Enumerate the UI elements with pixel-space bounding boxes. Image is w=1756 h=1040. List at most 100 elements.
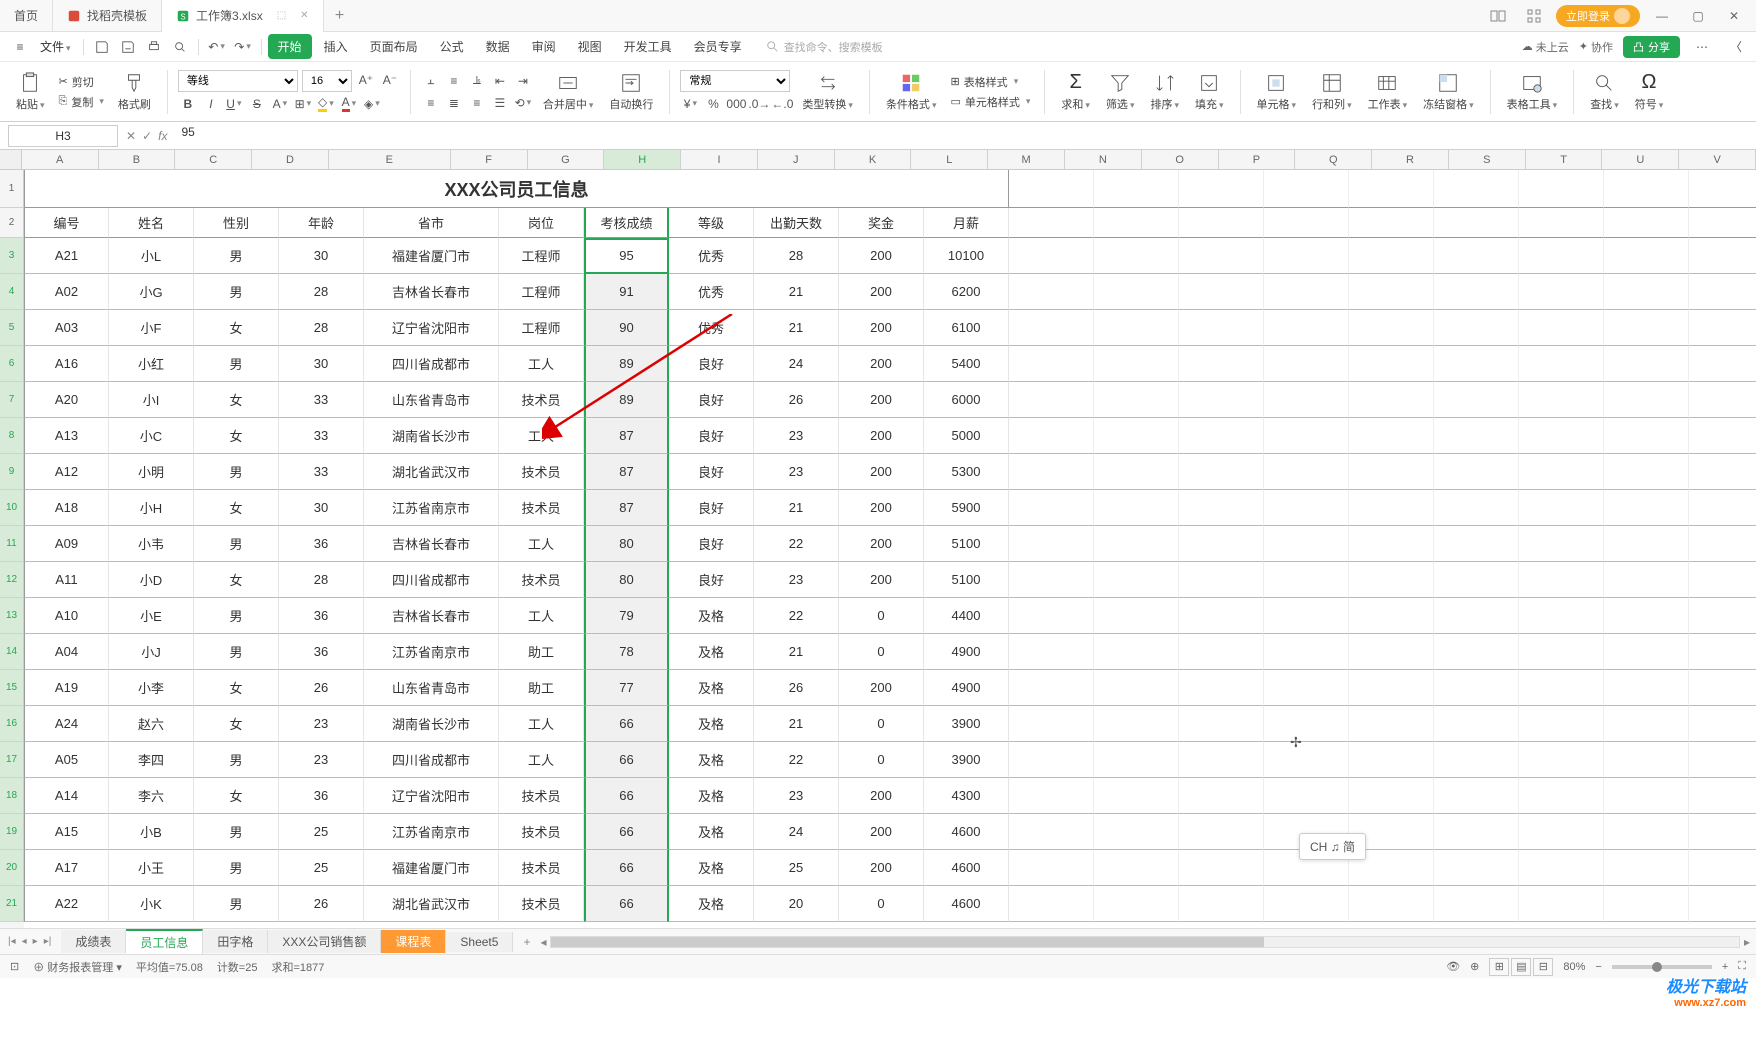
orientation-icon[interactable]: ⟲ [513, 93, 533, 113]
col-header-G[interactable]: G [528, 150, 605, 169]
cell-B10[interactable]: 小H [109, 490, 194, 526]
cell-P8[interactable] [1349, 418, 1434, 454]
cell-K8[interactable]: 5000 [924, 418, 1009, 454]
cells-area[interactable]: XXX公司员工信息编号姓名性别年龄省市岗位考核成绩等级出勤天数奖金月薪A21小L… [24, 170, 1756, 928]
row-header-11[interactable]: 11 [0, 526, 24, 562]
cell-H6[interactable]: 良好 [669, 346, 754, 382]
cell-S4[interactable] [1604, 274, 1689, 310]
cell-G21[interactable]: 66 [584, 886, 669, 922]
cell-R7[interactable] [1519, 382, 1604, 418]
align-middle-icon[interactable]: ≡ [444, 71, 464, 91]
cell-H8[interactable]: 良好 [669, 418, 754, 454]
row-header-20[interactable]: 20 [0, 850, 24, 886]
cell-O12[interactable] [1264, 562, 1349, 598]
formula-input[interactable]: 95 [175, 125, 1748, 147]
cell-E14[interactable]: 江苏省南京市 [364, 634, 499, 670]
cell-O21[interactable] [1264, 886, 1349, 922]
cell-J20[interactable]: 200 [839, 850, 924, 886]
cell-D4[interactable]: 28 [279, 274, 364, 310]
increase-font-icon[interactable]: A⁺ [356, 70, 376, 90]
cell-A11[interactable]: A09 [24, 526, 109, 562]
cell-K20[interactable]: 4600 [924, 850, 1009, 886]
cell-T19[interactable] [1689, 814, 1756, 850]
ribbon-tab-data[interactable]: 数据 [476, 34, 520, 59]
col-header-L[interactable]: L [911, 150, 988, 169]
cell-K15[interactable]: 4900 [924, 670, 1009, 706]
cell-D17[interactable]: 23 [279, 742, 364, 778]
view-break-icon[interactable]: ⊟ [1533, 958, 1553, 976]
cell-E3[interactable]: 福建省厦门市 [364, 238, 499, 274]
cell-E6[interactable]: 四川省成都市 [364, 346, 499, 382]
cell-F6[interactable]: 工人 [499, 346, 584, 382]
cell-B5[interactable]: 小F [109, 310, 194, 346]
cell-E10[interactable]: 江苏省南京市 [364, 490, 499, 526]
cell-O6[interactable] [1264, 346, 1349, 382]
tab-add-button[interactable]: + [324, 7, 356, 25]
cell-A16[interactable]: A24 [24, 706, 109, 742]
cell-H18[interactable]: 及格 [669, 778, 754, 814]
cell-L21[interactable] [1009, 886, 1094, 922]
cell-L20[interactable] [1009, 850, 1094, 886]
row-header-14[interactable]: 14 [0, 634, 24, 670]
cell-L15[interactable] [1009, 670, 1094, 706]
freeze-button[interactable]: 冻结窗格 [1417, 70, 1480, 114]
cell-P12[interactable] [1349, 562, 1434, 598]
cell-E18[interactable]: 辽宁省沈阳市 [364, 778, 499, 814]
cell-C6[interactable]: 男 [194, 346, 279, 382]
table-style-button[interactable]: ⊞ 表格样式 [946, 73, 1034, 91]
cell-P3[interactable] [1349, 238, 1434, 274]
cell-L13[interactable] [1009, 598, 1094, 634]
cell-M21[interactable] [1094, 886, 1179, 922]
cell-T17[interactable] [1689, 742, 1756, 778]
cell-S6[interactable] [1604, 346, 1689, 382]
print-preview-icon[interactable] [168, 35, 192, 59]
cell-Q6[interactable] [1434, 346, 1519, 382]
cell-R6[interactable] [1519, 346, 1604, 382]
cell-I17[interactable]: 22 [754, 742, 839, 778]
font-color-button[interactable]: A [339, 94, 359, 114]
cell-M6[interactable] [1094, 346, 1179, 382]
row-header-19[interactable]: 19 [0, 814, 24, 850]
name-box[interactable]: H3 [8, 125, 118, 147]
ribbon-tab-review[interactable]: 审阅 [522, 34, 566, 59]
cell-L11[interactable] [1009, 526, 1094, 562]
cell-T6[interactable] [1689, 346, 1756, 382]
cell-K6[interactable]: 5400 [924, 346, 1009, 382]
file-menu[interactable]: 文件 [34, 38, 77, 55]
fx-icon[interactable]: fx [158, 129, 167, 143]
zoom-level[interactable]: 80% [1563, 961, 1585, 973]
cell-H7[interactable]: 良好 [669, 382, 754, 418]
cell-G4[interactable]: 91 [584, 274, 669, 310]
cell-S10[interactable] [1604, 490, 1689, 526]
row-header-7[interactable]: 7 [0, 382, 24, 418]
cell-B7[interactable]: 小I [109, 382, 194, 418]
cell-N6[interactable] [1179, 346, 1264, 382]
cell-O16[interactable] [1264, 706, 1349, 742]
cell-K14[interactable]: 4900 [924, 634, 1009, 670]
cell-Q16[interactable] [1434, 706, 1519, 742]
cell-I15[interactable]: 26 [754, 670, 839, 706]
cell-G8[interactable]: 87 [584, 418, 669, 454]
zoom-in-button[interactable]: + [1722, 961, 1728, 973]
mode-icon[interactable]: ⊡ [10, 960, 19, 973]
cell-J10[interactable]: 200 [839, 490, 924, 526]
row-header-21[interactable]: 21 [0, 886, 24, 922]
sheet-nav-next[interactable]: ▸ [31, 936, 40, 947]
row-header-16[interactable]: 16 [0, 706, 24, 742]
cell-Q8[interactable] [1434, 418, 1519, 454]
cell-N19[interactable] [1179, 814, 1264, 850]
zoom-out-button[interactable]: − [1595, 961, 1601, 973]
cell-S17[interactable] [1604, 742, 1689, 778]
layout-icon[interactable] [1484, 4, 1512, 28]
percent-icon[interactable]: % [703, 94, 723, 114]
cell-J3[interactable]: 200 [839, 238, 924, 274]
cell-L12[interactable] [1009, 562, 1094, 598]
cell-D7[interactable]: 33 [279, 382, 364, 418]
cell-G5[interactable]: 90 [584, 310, 669, 346]
cell-G7[interactable]: 89 [584, 382, 669, 418]
cell-B3[interactable]: 小L [109, 238, 194, 274]
cell-C13[interactable]: 男 [194, 598, 279, 634]
cell-M5[interactable] [1094, 310, 1179, 346]
cell-S16[interactable] [1604, 706, 1689, 742]
cell-L6[interactable] [1009, 346, 1094, 382]
